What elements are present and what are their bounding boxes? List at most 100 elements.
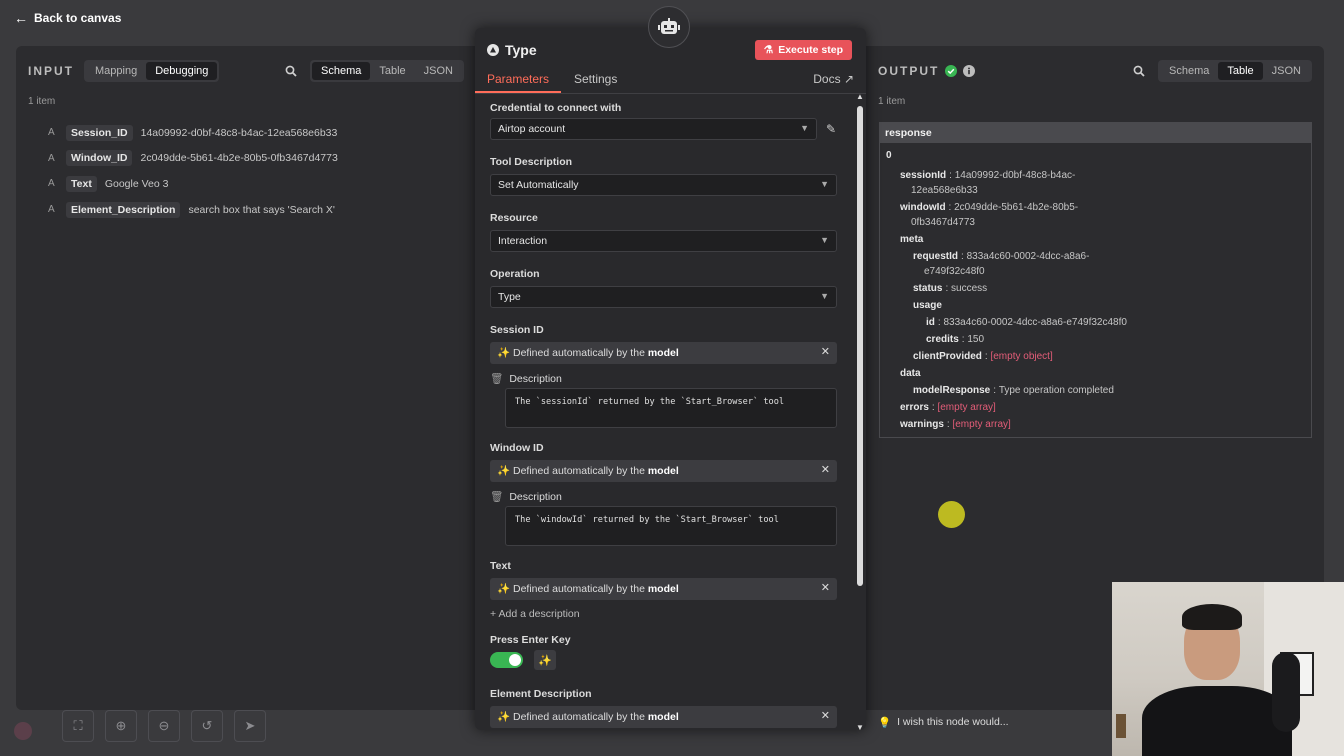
robot-icon <box>648 6 690 48</box>
tool-description-select[interactable]: Set Automatically ▼ <box>490 174 837 196</box>
webcam-person-hair <box>1182 604 1242 630</box>
canvas-controls: ⛶ ⊕ ⊖ ↺ ➤ <box>62 710 266 742</box>
close-icon[interactable]: ✕ <box>821 463 830 476</box>
tree-key: sessionId <box>900 169 947 181</box>
fit-view-icon[interactable]: ⛶ <box>62 710 94 742</box>
modal-scrollbar[interactable]: ▲ ▼ <box>856 92 864 730</box>
tab-settings[interactable]: Settings <box>574 72 617 86</box>
pointer-icon[interactable]: ➤ <box>234 710 266 742</box>
tree-key: clientProvided <box>913 350 982 362</box>
schema-tab[interactable]: Schema <box>312 62 371 80</box>
text-label: Text <box>490 560 511 572</box>
field-key[interactable]: Session_ID <box>66 124 133 141</box>
auto-prefix: Defined automatically by the <box>513 583 645 595</box>
json-tab[interactable]: JSON <box>415 62 462 80</box>
webcam-microphone <box>1272 652 1300 732</box>
input-title: INPUT <box>28 64 74 78</box>
feedback-link[interactable]: 💡 I wish this node would... <box>878 716 1009 729</box>
auto-prefix: Defined automatically by the <box>513 711 645 723</box>
back-to-canvas-button[interactable]: ← Back to canvas <box>14 10 121 26</box>
window-id-auto-field[interactable]: ✨ Defined automatically by the model ✕ <box>490 460 837 482</box>
schema-field[interactable]: A Session_ID 14a09992-d0bf-48c8-b4ac-12e… <box>48 120 338 146</box>
table-tab[interactable]: Table <box>370 62 414 80</box>
field-value: 14a09992-d0bf-48c8-b4ac-12ea568e6b33 <box>140 126 338 139</box>
zoom-out-icon[interactable]: ⊖ <box>148 710 180 742</box>
session-id-description-input[interactable]: The `sessionId` returned by the `Start_B… <box>505 388 837 428</box>
press-enter-label: Press Enter Key <box>490 634 571 646</box>
press-enter-toggle[interactable] <box>490 652 523 668</box>
tree-value: 12ea568e6b33 <box>911 184 978 196</box>
element-description-auto-field[interactable]: ✨ Defined automatically by the model ✕ <box>490 706 837 728</box>
operation-label: Operation <box>490 268 540 280</box>
credential-value: Airtop account <box>498 123 566 135</box>
webcam-overlay <box>1112 582 1344 756</box>
pencil-icon[interactable]: ✎ <box>826 122 836 136</box>
node-title: Type <box>487 42 537 58</box>
zoom-in-icon[interactable]: ⊕ <box>105 710 137 742</box>
operation-select[interactable]: Type ▼ <box>490 286 837 308</box>
field-key[interactable]: Element_Description <box>66 201 181 218</box>
auto-prefix: Defined automatically by the <box>513 465 645 477</box>
close-icon[interactable]: ✕ <box>821 581 830 594</box>
tree-key: usage <box>913 299 942 311</box>
external-link-icon: ↗ <box>843 72 854 86</box>
field-key[interactable]: Window_ID <box>66 150 133 167</box>
close-icon[interactable]: ✕ <box>821 345 830 358</box>
search-icon[interactable] <box>1130 62 1148 80</box>
back-label: Back to canvas <box>34 11 122 25</box>
input-view-toggle: Mapping Debugging <box>84 60 220 82</box>
resource-select[interactable]: Interaction ▼ <box>490 230 837 252</box>
description-label-text: Description <box>509 490 562 503</box>
debugging-tab[interactable]: Debugging <box>146 62 218 80</box>
window-id-description-label: 🗑 Description <box>490 490 562 504</box>
tree-value: 14a09992-d0bf-48c8-b4ac- <box>954 169 1076 181</box>
schema-tab[interactable]: Schema <box>1160 62 1218 80</box>
info-icon[interactable] <box>963 65 976 77</box>
search-icon[interactable] <box>282 62 300 80</box>
scrollbar-thumb[interactable] <box>857 106 863 586</box>
scroll-up-icon[interactable]: ▲ <box>856 92 864 101</box>
tree-key: data <box>900 367 921 379</box>
avatar[interactable] <box>14 722 32 740</box>
tree-value: 0fb3467d4773 <box>911 216 975 228</box>
tab-parameters[interactable]: Parameters <box>487 72 549 86</box>
schema-field[interactable]: A Element_Description search box that sa… <box>48 197 338 223</box>
resource-value: Interaction <box>498 235 548 247</box>
node-tabs: Parameters Settings Docs ↗ <box>475 70 866 94</box>
execute-label: Execute step <box>778 44 843 56</box>
schema-field[interactable]: A Window_ID 2c049dde-5b61-4b2e-80b5-0fb3… <box>48 146 338 172</box>
close-icon[interactable]: ✕ <box>821 709 830 722</box>
string-type-icon: A <box>48 178 55 190</box>
trash-icon[interactable]: 🗑 <box>490 490 503 503</box>
scroll-down-icon[interactable]: ▼ <box>856 723 864 730</box>
table-tab[interactable]: Table <box>1218 62 1263 80</box>
tree-key: errors <box>900 401 929 413</box>
mapping-tab[interactable]: Mapping <box>86 62 146 80</box>
auto-prefix: Defined automatically by the <box>513 347 645 359</box>
sparkle-icon[interactable]: ✨ <box>534 650 556 670</box>
tree-value: Type operation completed <box>998 384 1114 396</box>
trash-icon[interactable]: 🗑 <box>490 372 503 385</box>
session-id-auto-field[interactable]: ✨ Defined automatically by the model ✕ <box>490 342 837 364</box>
window-id-description-input[interactable]: The `windowId` returned by the `Start_Br… <box>505 506 837 546</box>
tree-key: meta <box>900 233 924 245</box>
docs-link[interactable]: Docs ↗ <box>813 72 854 86</box>
index-key: 0 <box>886 150 892 161</box>
credential-select[interactable]: Airtop account ▼ <box>490 118 817 140</box>
sparkle-icon: ✨ <box>497 465 511 477</box>
tree-value: e749f32c48f0 <box>924 265 985 277</box>
json-tab[interactable]: JSON <box>1263 62 1310 80</box>
add-description-link[interactable]: + Add a description <box>490 608 580 620</box>
chevron-down-icon: ▼ <box>820 179 829 189</box>
session-id-description-label: 🗑 Description <box>490 372 562 386</box>
output-title: OUTPUT <box>878 64 940 78</box>
text-auto-field[interactable]: ✨ Defined automatically by the model ✕ <box>490 578 837 600</box>
auto-model: model <box>647 465 679 477</box>
cursor-highlight <box>938 501 965 528</box>
field-key[interactable]: Text <box>66 175 97 192</box>
resource-label: Resource <box>490 212 538 224</box>
schema-list: A Session_ID 14a09992-d0bf-48c8-b4ac-12e… <box>48 120 338 222</box>
schema-field[interactable]: A Text Google Veo 3 <box>48 171 338 197</box>
undo-icon[interactable]: ↺ <box>191 710 223 742</box>
execute-step-button[interactable]: ⚗ Execute step <box>754 40 852 60</box>
